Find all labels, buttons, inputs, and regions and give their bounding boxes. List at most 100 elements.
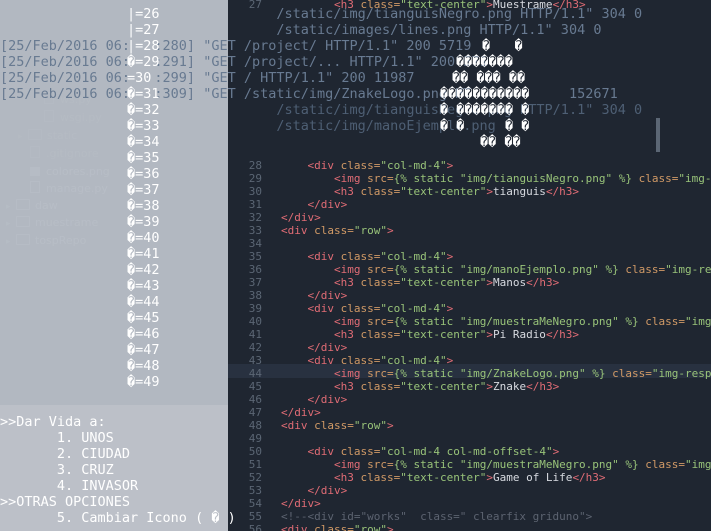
code-line[interactable]: <img src={% static "img/manoEjemplo.png"…: [281, 263, 711, 276]
file-icon: [30, 181, 40, 193]
code-line[interactable]: </div>: [281, 393, 348, 406]
code-line[interactable]: <div class="row">: [281, 224, 394, 237]
tree-item-tosprepo[interactable]: ▸ tospRepo: [6, 233, 86, 249]
tree-item-label: colores.png: [46, 165, 110, 178]
code-line[interactable]: <img src={% static "img/ZnakeLogo.png" %…: [281, 367, 711, 380]
tree-item--gitignore[interactable]: .gitignore: [30, 146, 99, 162]
line-number: 40: [248, 315, 262, 328]
line-number: 44: [248, 367, 262, 380]
menu-line: 2. CIUDAD: [0, 446, 131, 462]
menu-line: 5. Cambiar Icono ( � ): [0, 510, 236, 526]
line-number: 43: [248, 354, 262, 367]
tree-item-label: manage.py: [46, 182, 108, 195]
code-line[interactable]: </div>: [281, 211, 321, 224]
code-line[interactable]: <img src={% static "img/tianguisNegro.pn…: [281, 172, 711, 185]
line-number: 31: [248, 198, 262, 211]
tree-item-label: daw: [35, 199, 58, 212]
folder-icon: [16, 216, 30, 227]
line-number: 36: [248, 263, 262, 276]
code-line[interactable]: <div class="row">: [281, 523, 394, 531]
code-line[interactable]: <h3 class="text-center">Muestrame</h3>: [281, 0, 586, 11]
code-line[interactable]: </div>: [281, 484, 348, 497]
line-number: 35: [248, 250, 262, 263]
code-line[interactable]: <div class="col-md-4 col-md-offset-4">: [281, 445, 560, 458]
file-icon: [30, 146, 40, 158]
code-line[interactable]: <img src={% static "img/muestraMeNegro.p…: [281, 458, 711, 471]
tree-item-label: static: [47, 129, 78, 142]
scrollbar-thumb[interactable]: [656, 118, 660, 152]
tree-item-colores-png[interactable]: colores.png: [30, 164, 110, 180]
image-file-icon: [30, 167, 40, 176]
line-number: 55: [248, 510, 262, 523]
tree-item-manage-py[interactable]: manage.py: [30, 181, 108, 197]
chevron-right-icon[interactable]: ▸: [18, 129, 28, 145]
code-line[interactable]: <div class="col-md-4">: [281, 250, 454, 263]
line-number: 52: [248, 471, 262, 484]
menu-line: 3. CRUZ: [0, 462, 114, 478]
code-line[interactable]: <h3 class="text-center">Pi Radio</h3>: [281, 328, 579, 341]
line-number-gutter: 27 28 29 30 31 32 33 34 35 36 37 38 39 40 41 42 43 44 45 46…: [228, 0, 264, 531]
line-number: 30: [248, 185, 262, 198]
line-number: 48: [248, 419, 262, 432]
code-line[interactable]: </div>: [281, 289, 348, 302]
chevron-right-icon[interactable]: ▸: [6, 199, 16, 215]
code-line[interactable]: <div class="col-md-4">: [281, 302, 454, 315]
line-number: 27: [248, 0, 262, 11]
tree-item-label: tospRepo: [35, 234, 87, 247]
line-number: 32: [248, 211, 262, 224]
code-line[interactable]: </div>: [281, 341, 348, 354]
tree-item-label: ws.py: [60, 93, 92, 106]
code-line[interactable]: <h3 class="text-center">tianguis</h3>: [281, 185, 579, 198]
line-number: 50: [248, 445, 262, 458]
folder-icon: [16, 234, 30, 245]
line-number: 54: [248, 497, 262, 510]
project-tree-sidebar[interactable]: ws.py wsgi.py ▸ static .gitignore colores.png…: [0, 0, 228, 405]
menu-line: >>Dar Vida a:: [0, 414, 106, 430]
file-icon: [44, 92, 54, 104]
line-number: 38: [248, 289, 262, 302]
code-line[interactable]: <div class="col-md-4">: [281, 159, 454, 172]
code-line[interactable]: </div>: [281, 406, 321, 419]
line-number: 49: [248, 432, 262, 445]
line-number: 34: [248, 237, 262, 250]
code-line[interactable]: </div>: [281, 497, 321, 510]
line-number: 46: [248, 393, 262, 406]
line-number: 33: [248, 224, 262, 237]
tree-item-label: .gitignore: [46, 147, 99, 160]
tree-item-muestrame[interactable]: ▸ muestrame: [6, 215, 98, 231]
line-number: 56: [248, 523, 262, 531]
code-line[interactable]: <!--<div id="works" class=" clearfix gri…: [281, 510, 592, 523]
code-editor[interactable]: 27 28 29 30 31 32 33 34 35 36 37 38 39 40 41 42 43 44 45 46…: [228, 0, 711, 531]
line-number: 41: [248, 328, 262, 341]
code-line[interactable]: <div class="row">: [281, 419, 394, 432]
file-icon: [44, 110, 54, 122]
folder-icon: [28, 129, 42, 140]
code-line[interactable]: <h3 class="text-center">Game of Life</h3…: [281, 471, 606, 484]
line-number: 29: [248, 172, 262, 185]
menu-line: 1. UNOS: [0, 430, 114, 446]
line-number: 39: [248, 302, 262, 315]
folder-icon: [16, 199, 30, 210]
code-line[interactable]: <h3 class="text-center">Znake</h3>: [281, 380, 559, 393]
tree-item-static[interactable]: ▸ static: [18, 128, 77, 144]
line-number: 45: [248, 380, 262, 393]
tree-item-label: wsgi.py: [60, 111, 102, 124]
code-line[interactable]: </div>: [281, 198, 348, 211]
tree-item-daw[interactable]: ▸ daw: [6, 198, 58, 214]
chevron-right-icon[interactable]: ▸: [6, 216, 16, 232]
line-number: 53: [248, 484, 262, 497]
menu-line: >>OTRAS OPCIONES: [0, 494, 131, 510]
code-line[interactable]: <div class="col-md-4">: [281, 354, 454, 367]
menu-line: 4. INVASOR: [0, 478, 139, 494]
line-number: 37: [248, 276, 262, 289]
line-number: 51: [248, 458, 262, 471]
tree-item-wsgi-py[interactable]: wsgi.py: [44, 110, 102, 126]
tree-item-ws-py[interactable]: ws.py: [44, 92, 92, 108]
line-number: 42: [248, 341, 262, 354]
tree-item-label: muestrame: [35, 216, 99, 229]
line-number: 28: [248, 159, 262, 172]
code-line[interactable]: <img src={% static "img/muestraMeNegro.p…: [281, 315, 711, 328]
chevron-right-icon[interactable]: ▸: [6, 234, 16, 250]
code-line[interactable]: <h3 class="text-center">Manos</h3>: [281, 276, 559, 289]
line-number: 47: [248, 406, 262, 419]
